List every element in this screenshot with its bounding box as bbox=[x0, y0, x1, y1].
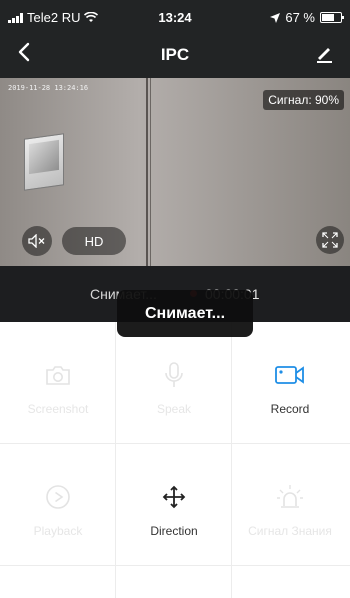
direction-button[interactable]: Direction bbox=[116, 444, 232, 566]
record-button[interactable]: Record bbox=[232, 322, 350, 444]
edit-button[interactable] bbox=[314, 44, 336, 64]
recording-toast: Снимает... bbox=[117, 290, 253, 337]
video-camera-icon bbox=[275, 366, 304, 384]
controls-grid: Screenshot Speak Record Playback Directi… bbox=[0, 322, 350, 598]
top-bar: Tele2 RU 13:24 67 % IPC bbox=[0, 0, 350, 78]
speaker-mute-icon bbox=[28, 234, 45, 248]
wall-plate-image bbox=[24, 133, 64, 191]
screenshot-icon-wrap bbox=[0, 362, 116, 388]
playback-icon-wrap bbox=[0, 484, 116, 510]
move-arrows-icon bbox=[162, 485, 186, 509]
direction-icon-wrap bbox=[116, 484, 232, 510]
microphone-icon bbox=[165, 362, 183, 387]
direction-label: Direction bbox=[150, 524, 198, 538]
camera-video-feed[interactable]: 2019-11-28 13:24:16 Сигнал: 90% HD bbox=[0, 78, 350, 266]
speak-label: Speak bbox=[156, 402, 192, 416]
empty-grid-cell bbox=[0, 566, 116, 598]
mute-button[interactable] bbox=[22, 226, 52, 256]
camera-icon bbox=[46, 366, 70, 385]
play-circle-icon bbox=[46, 485, 70, 509]
wall-seam-shadow bbox=[150, 78, 151, 266]
expand-icon bbox=[322, 232, 338, 248]
video-timestamp: 2019-11-28 13:24:16 bbox=[8, 84, 89, 92]
wall-seam bbox=[146, 78, 148, 266]
fullscreen-button[interactable] bbox=[316, 226, 344, 254]
playback-label: Playback bbox=[33, 524, 83, 538]
speak-icon-wrap bbox=[116, 362, 232, 388]
hd-quality-button[interactable]: HD bbox=[62, 227, 126, 255]
speak-button[interactable]: Speak bbox=[116, 322, 232, 444]
screenshot-label: Screenshot bbox=[27, 402, 89, 416]
battery-icon bbox=[320, 12, 344, 23]
battery-percent: 67 % bbox=[285, 10, 315, 25]
alarm-light-icon bbox=[277, 485, 303, 508]
alarm-light-button[interactable]: Сигнал Знания bbox=[232, 444, 350, 566]
playback-button[interactable]: Playback bbox=[0, 444, 116, 566]
record-icon-wrap bbox=[232, 362, 348, 388]
location-arrow-icon bbox=[270, 12, 281, 23]
status-bar: Tele2 RU 13:24 67 % bbox=[0, 0, 350, 34]
alarm-icon-wrap bbox=[232, 484, 348, 510]
pencil-icon bbox=[317, 48, 332, 63]
signal-strength-badge: Сигнал: 90% bbox=[263, 90, 344, 110]
empty-grid-cell bbox=[116, 566, 232, 598]
screenshot-button[interactable]: Screenshot bbox=[0, 322, 116, 444]
page-title: IPC bbox=[160, 45, 190, 64]
alarm-light-label: Сигнал Знания bbox=[248, 524, 332, 538]
nav-bar: IPC bbox=[0, 40, 350, 72]
record-label: Record bbox=[270, 402, 310, 416]
status-right: 67 % bbox=[270, 10, 344, 25]
